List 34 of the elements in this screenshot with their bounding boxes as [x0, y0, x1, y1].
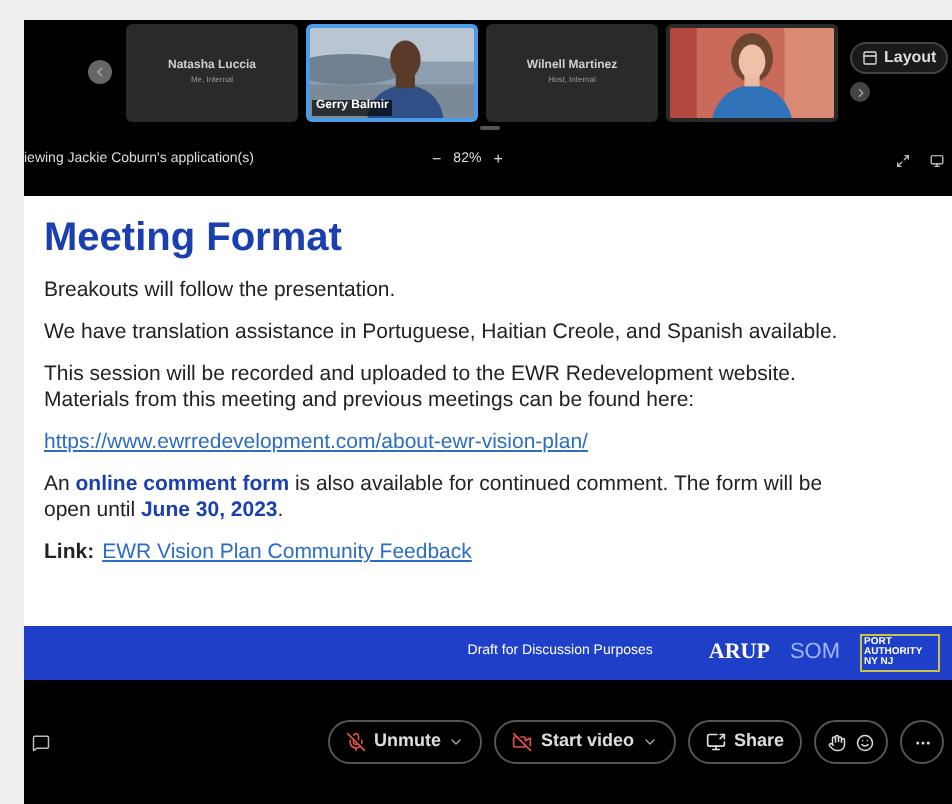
- mic-button[interactable]: Unmute: [327, 720, 483, 764]
- chat-icon[interactable]: [32, 733, 50, 751]
- more-button[interactable]: [900, 720, 944, 764]
- slide-title: Meeting Format: [44, 216, 344, 260]
- zoom-out-button[interactable]: −: [432, 148, 442, 172]
- partner-logo: SOM: [789, 638, 840, 669]
- feedback-link[interactable]: EWR Vision Plan Community Feedback: [102, 540, 472, 566]
- expand-icon[interactable]: [896, 153, 910, 167]
- partner-logo: ARUP: [708, 638, 770, 669]
- layout-button[interactable]: Layout: [850, 42, 949, 74]
- share-screen-icon: [705, 732, 726, 752]
- caret-icon: [448, 734, 465, 750]
- caret-icon: [641, 734, 658, 750]
- video-button[interactable]: Start video: [494, 720, 676, 764]
- previous-button[interactable]: [88, 60, 112, 84]
- smiley-icon[interactable]: [856, 733, 874, 751]
- zoom-in-button[interactable]: +: [493, 148, 503, 172]
- slide-paragraph: We have translation assistance in Portuguese, Haitian Creole, and Spanish available.: [44, 320, 840, 346]
- monitor-icon[interactable]: [930, 153, 944, 167]
- website-link[interactable]: https://www.ewrredevelopment.com/about-ewr-vision-plan/: [44, 430, 588, 456]
- chevron-right-icon: [853, 85, 867, 99]
- slide-paragraph: An online comment form is also available for continued comment. The form will be open until June 30, 2023.: [44, 472, 825, 524]
- layout-icon: [862, 50, 878, 66]
- link-label: Link:: [44, 540, 95, 566]
- chevron-left-icon: [92, 64, 108, 80]
- hand-icon[interactable]: [828, 733, 846, 751]
- share-button[interactable]: Share: [687, 720, 802, 764]
- video-off-icon: [512, 732, 533, 752]
- slide-paragraph: This session will be recorded and uploaded to the EWR Redevelopment website. Materials from this meeting and previous meetings can be found here:: [44, 362, 798, 414]
- drag-handle[interactable]: [480, 126, 500, 130]
- reactions-group[interactable]: [814, 720, 888, 764]
- next-button[interactable]: [850, 82, 870, 102]
- slide-paragraph: Breakouts will follow the presentation.: [44, 278, 398, 304]
- muted-mic-icon: [345, 732, 366, 752]
